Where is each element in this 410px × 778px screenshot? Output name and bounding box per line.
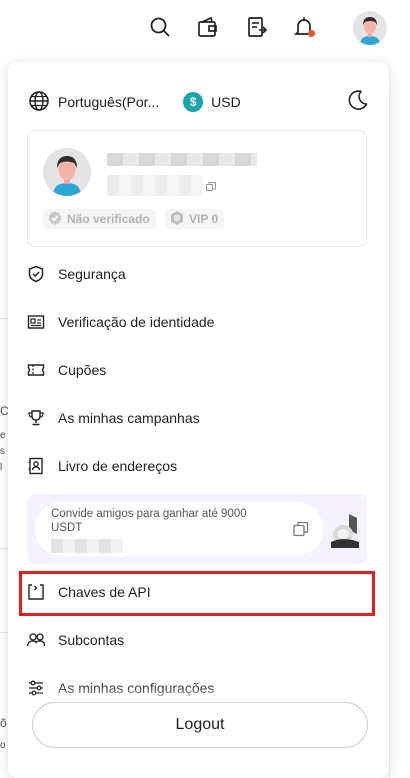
menu-item-security[interactable]: Segurança: [26, 254, 366, 294]
wallet-icon[interactable]: [195, 14, 221, 40]
menu-item-label: Segurança: [58, 266, 126, 282]
background-divider: [0, 548, 8, 549]
currency-selector[interactable]: $ USD: [183, 92, 241, 112]
language-selector[interactable]: Português(Por...: [28, 90, 159, 115]
top-bar: [0, 0, 410, 56]
background-text: s: [0, 446, 5, 457]
verification-badge[interactable]: Não verificado: [43, 209, 156, 229]
invite-card[interactable]: Convide amigos para ganhar até 9000 USDT: [27, 494, 367, 564]
vip-icon: [169, 210, 185, 229]
background-divider: [0, 632, 8, 633]
menu-item-identity-verification[interactable]: Verificação de identidade: [26, 302, 366, 342]
background-text: l: [0, 462, 3, 473]
ticket-icon: [26, 360, 46, 380]
unverified-icon: [47, 210, 63, 229]
bell-icon[interactable]: [291, 14, 317, 40]
id-card-icon: [26, 312, 46, 332]
notification-dot: [308, 30, 315, 37]
orders-icon[interactable]: [244, 14, 270, 40]
background-text: o: [0, 740, 6, 751]
profile-avatar: [43, 148, 91, 196]
globe-icon: [28, 90, 50, 115]
vip-label: VIP 0: [189, 212, 219, 226]
users-icon: [26, 630, 46, 650]
preferences-row: Português(Por... $ USD: [28, 89, 369, 116]
sliders-icon: [26, 678, 46, 698]
profile-card[interactable]: Não verificado VIP 0: [27, 130, 367, 247]
invite-code-redacted: [51, 539, 123, 553]
language-label: Português(Por...: [58, 94, 160, 110]
gift-illustration-icon: [329, 512, 361, 553]
trophy-icon: [26, 408, 46, 428]
logout-button[interactable]: Logout: [32, 702, 368, 748]
menu-item-subaccounts[interactable]: Subcontas: [26, 620, 366, 660]
username-redacted: [107, 153, 257, 166]
unverified-label: Não verificado: [67, 212, 150, 226]
menu-item-label: Subcontas: [58, 632, 125, 648]
background-text: õ: [0, 716, 7, 730]
menu-item-label: Verificação de identidade: [58, 314, 215, 330]
background-divider: [0, 318, 8, 319]
menu-item-campaigns[interactable]: As minhas campanhas: [26, 398, 366, 438]
highlight-box: [19, 571, 375, 616]
copy-icon[interactable]: [206, 179, 216, 197]
menu-item-address-book[interactable]: Livro de endereços: [26, 446, 366, 486]
background-divider: [389, 90, 390, 778]
menu-item-label: As minhas campanhas: [58, 410, 200, 426]
copy-icon[interactable]: [293, 521, 309, 542]
menu-item-label: Cupões: [58, 362, 107, 378]
address-book-icon: [26, 456, 46, 476]
vip-badge[interactable]: VIP 0: [165, 209, 225, 229]
invite-code-box: Convide amigos para ganhar até 9000 USDT: [35, 502, 323, 556]
currency-label: USD: [211, 94, 241, 110]
avatar[interactable]: [353, 11, 387, 45]
account-dropdown: Português(Por... $ USD Não verificado VI…: [8, 62, 389, 778]
user-id-redacted: [107, 175, 203, 196]
shield-icon: [26, 264, 46, 284]
menu-item-coupons[interactable]: Cupões: [26, 350, 366, 390]
menu-item-label: Livro de endereços: [58, 458, 178, 474]
menu-item-label: As minhas configurações: [58, 680, 215, 696]
moon-icon[interactable]: [347, 89, 369, 116]
invite-text: Convide amigos para ganhar até 9000 USDT: [51, 508, 247, 534]
search-icon[interactable]: [147, 14, 173, 40]
background-text: e: [0, 430, 6, 441]
dollar-icon: $: [183, 92, 204, 112]
